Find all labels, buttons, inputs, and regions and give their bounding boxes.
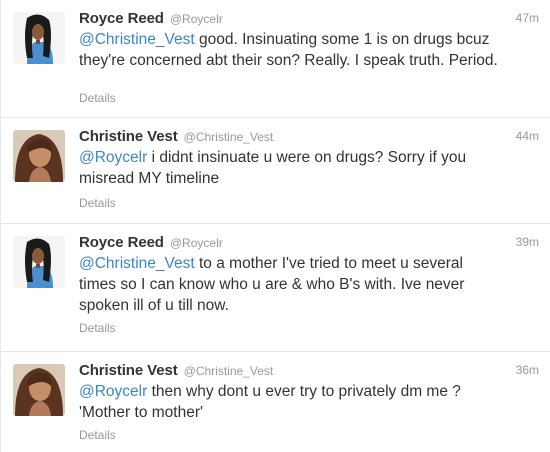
- mention-link[interactable]: @Roycelr: [79, 149, 147, 166]
- tweet-author-handle[interactable]: @Christine_Vest: [184, 130, 274, 144]
- tweet-author-name[interactable]: Christine Vest: [79, 128, 178, 145]
- tweet-timeline: Royce Reed @Roycelr 47m @Christine_Vest g…: [0, 0, 550, 452]
- tweet-author-name[interactable]: Christine Vest: [79, 362, 178, 379]
- tweet-header: Christine Vest @Christine_Vest: [79, 128, 509, 146]
- tweet-timestamp[interactable]: 44m: [516, 129, 539, 143]
- avatar[interactable]: [13, 364, 65, 416]
- tweet-author-name[interactable]: Royce Reed: [79, 234, 164, 251]
- tweet-timestamp[interactable]: 47m: [516, 11, 539, 25]
- tweet-timestamp[interactable]: 39m: [516, 235, 539, 249]
- tweet-author-handle[interactable]: @Christine_Vest: [184, 364, 274, 378]
- tweet-timestamp[interactable]: 36m: [516, 363, 539, 377]
- tweet-item[interactable]: Royce Reed @Roycelr 47m @Christine_Vest g…: [1, 0, 550, 118]
- details-link[interactable]: Details: [79, 196, 116, 210]
- tweet-text: @Christine_Vest good. Insinuating some 1…: [79, 29, 499, 71]
- mention-link[interactable]: @Roycelr: [79, 383, 147, 400]
- avatar[interactable]: [13, 12, 65, 64]
- mention-link[interactable]: @Christine_Vest: [79, 255, 195, 272]
- tweet-header: Royce Reed @Roycelr: [79, 234, 509, 252]
- tweet-item[interactable]: Christine Vest @Christine_Vest 36m @Royce…: [1, 352, 550, 452]
- details-link[interactable]: Details: [79, 428, 116, 442]
- details-link[interactable]: Details: [79, 321, 116, 335]
- avatar[interactable]: [13, 236, 65, 288]
- details-link[interactable]: Details: [79, 91, 116, 105]
- tweet-item[interactable]: Royce Reed @Roycelr 39m @Christine_Vest t…: [1, 224, 550, 352]
- tweet-text: @Roycelr i didnt insinuate u were on dru…: [79, 147, 499, 189]
- tweet-author-handle[interactable]: @Roycelr: [170, 236, 223, 250]
- tweet-author-handle[interactable]: @Roycelr: [170, 12, 223, 26]
- tweet-header: Christine Vest @Christine_Vest: [79, 362, 509, 380]
- tweet-item[interactable]: Christine Vest @Christine_Vest 44m @Royce…: [1, 118, 550, 224]
- tweet-text: @Roycelr then why dont u ever try to pri…: [79, 381, 499, 423]
- tweet-text: @Christine_Vest to a mother I've tried t…: [79, 253, 499, 316]
- tweet-author-name[interactable]: Royce Reed: [79, 10, 164, 27]
- avatar[interactable]: [13, 130, 65, 182]
- tweet-header: Royce Reed @Roycelr: [79, 10, 509, 28]
- mention-link[interactable]: @Christine_Vest: [79, 31, 195, 48]
